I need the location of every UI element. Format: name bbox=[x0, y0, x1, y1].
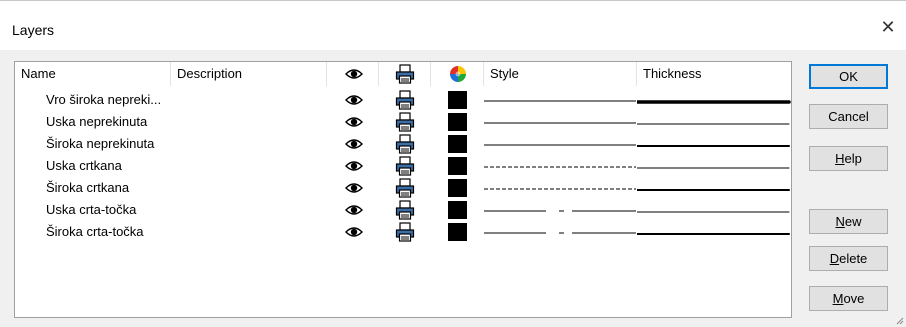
eye-icon[interactable] bbox=[345, 111, 363, 133]
new-button[interactable]: New bbox=[809, 209, 888, 234]
layer-thickness-line[interactable] bbox=[637, 165, 791, 171]
layer-name: Široka crtkana bbox=[46, 180, 130, 195]
column-header-style[interactable]: Style bbox=[484, 62, 637, 86]
dialog-title: Layers bbox=[12, 22, 55, 38]
layer-color-swatch[interactable] bbox=[448, 223, 467, 241]
eye-icon[interactable] bbox=[345, 221, 363, 243]
cancel-button[interactable]: Cancel bbox=[809, 104, 888, 129]
layer-row[interactable]: Vro široka nepreki... bbox=[15, 89, 791, 111]
printer-icon[interactable] bbox=[395, 111, 415, 133]
layer-row[interactable]: Uska crta-točka bbox=[15, 199, 791, 221]
layer-style-line[interactable] bbox=[484, 209, 636, 213]
close-icon[interactable]: ✕ bbox=[878, 17, 898, 37]
layer-name: Široka crta-točka bbox=[46, 224, 144, 239]
layer-style-line[interactable] bbox=[484, 231, 636, 235]
printer-icon[interactable] bbox=[395, 177, 415, 199]
layer-name: Uska crtkana bbox=[46, 158, 122, 173]
title-bar: Layers ✕ bbox=[0, 0, 906, 50]
layer-thickness-line[interactable] bbox=[637, 99, 791, 105]
layer-color-swatch[interactable] bbox=[448, 135, 467, 153]
layer-thickness-line[interactable] bbox=[637, 209, 791, 215]
resize-grip-icon[interactable] bbox=[894, 315, 904, 325]
column-header-visible[interactable] bbox=[327, 62, 379, 86]
layer-color-swatch[interactable] bbox=[448, 179, 467, 197]
layer-color-swatch[interactable] bbox=[448, 157, 467, 175]
printer-icon[interactable] bbox=[395, 133, 415, 155]
layer-name: Uska neprekinuta bbox=[46, 114, 148, 129]
layer-style-line[interactable] bbox=[484, 99, 636, 103]
column-header-name[interactable]: Name bbox=[15, 62, 171, 86]
printer-icon[interactable] bbox=[395, 89, 415, 111]
layers-list[interactable]: Name Description Style Thickness Vro šir… bbox=[14, 61, 792, 318]
printer-icon[interactable] bbox=[395, 199, 415, 221]
layer-color-swatch[interactable] bbox=[448, 91, 467, 109]
layer-color-swatch[interactable] bbox=[448, 201, 467, 219]
layer-row[interactable]: Široka neprekinuta bbox=[15, 133, 791, 155]
eye-icon[interactable] bbox=[345, 199, 363, 221]
layer-name: Široka neprekinuta bbox=[46, 136, 155, 151]
eye-icon bbox=[345, 69, 363, 79]
layer-thickness-line[interactable] bbox=[637, 231, 791, 237]
layer-row[interactable]: Uska crtkana bbox=[15, 155, 791, 177]
layer-row[interactable]: Široka crtkana bbox=[15, 177, 791, 199]
eye-icon[interactable] bbox=[345, 89, 363, 111]
column-header-thickness[interactable]: Thickness bbox=[637, 62, 793, 86]
printer-icon bbox=[395, 64, 415, 84]
layers-dialog: Layers ✕ Name Description Style Thicknes… bbox=[0, 0, 906, 327]
layer-name: Vro široka nepreki... bbox=[46, 92, 162, 107]
column-header-print[interactable] bbox=[379, 62, 431, 86]
layer-color-swatch[interactable] bbox=[448, 113, 467, 131]
list-header: Name Description Style Thickness bbox=[15, 62, 791, 86]
layer-style-line[interactable] bbox=[484, 121, 636, 125]
layer-row[interactable]: Uska neprekinuta bbox=[15, 111, 791, 133]
ok-button[interactable]: OK bbox=[809, 64, 888, 89]
column-header-description[interactable]: Description bbox=[171, 62, 327, 86]
move-button[interactable]: Move bbox=[809, 286, 888, 311]
layer-style-line[interactable] bbox=[484, 187, 636, 191]
layer-row[interactable]: Široka crta-točka bbox=[15, 221, 791, 243]
layer-thickness-line[interactable] bbox=[637, 121, 791, 127]
help-button[interactable]: Help bbox=[809, 146, 888, 171]
layer-style-line[interactable] bbox=[484, 165, 636, 169]
layer-name: Uska crta-točka bbox=[46, 202, 137, 217]
delete-button[interactable]: Delete bbox=[809, 246, 888, 271]
printer-icon[interactable] bbox=[395, 155, 415, 177]
eye-icon[interactable] bbox=[345, 133, 363, 155]
layer-style-line[interactable] bbox=[484, 143, 636, 147]
eye-icon[interactable] bbox=[345, 177, 363, 199]
column-header-color[interactable] bbox=[431, 62, 484, 86]
layer-thickness-line[interactable] bbox=[637, 187, 791, 193]
printer-icon[interactable] bbox=[395, 221, 415, 243]
layer-thickness-line[interactable] bbox=[637, 143, 791, 149]
color-wheel-icon bbox=[450, 66, 466, 82]
eye-icon[interactable] bbox=[345, 155, 363, 177]
